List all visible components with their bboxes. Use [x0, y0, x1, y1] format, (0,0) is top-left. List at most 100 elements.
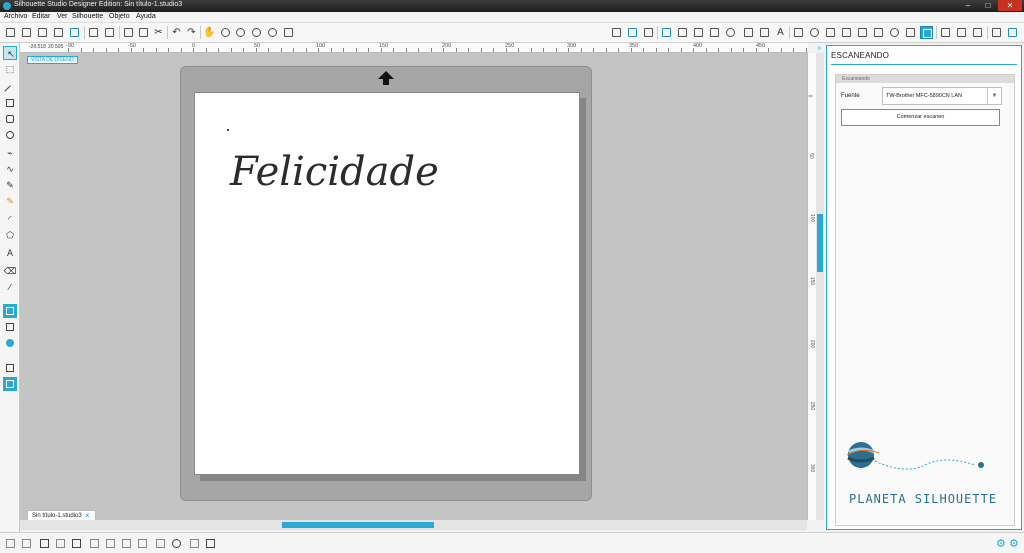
- scale-icon[interactable]: [824, 26, 837, 39]
- paste-icon[interactable]: [137, 26, 150, 39]
- menu-archivo[interactable]: Archivo: [4, 13, 27, 20]
- transform-icon[interactable]: [792, 26, 805, 39]
- design-view-icon[interactable]: [3, 304, 17, 318]
- freehand-tool-icon[interactable]: ✎: [3, 178, 17, 192]
- vertical-scroll-thumb[interactable]: [817, 214, 823, 272]
- select-tool-icon[interactable]: ↖: [3, 46, 17, 60]
- trace-icon[interactable]: [904, 26, 917, 39]
- fill-pattern-icon[interactable]: [724, 26, 737, 39]
- maximize-button[interactable]: □: [978, 0, 998, 11]
- cut-icon[interactable]: ✂: [152, 26, 165, 39]
- fill-color-icon[interactable]: [660, 26, 673, 39]
- curve-tool-icon[interactable]: ∿: [3, 162, 17, 176]
- start-scan-button[interactable]: Comenzar escaneo: [841, 109, 1000, 126]
- edit-points-icon[interactable]: ⬚: [3, 62, 17, 76]
- regular-polygon-icon[interactable]: ⬠: [3, 228, 17, 242]
- close-button[interactable]: ✕: [998, 0, 1022, 11]
- send-icon[interactable]: [971, 26, 984, 39]
- copy-icon[interactable]: [122, 26, 135, 39]
- menu-silhouette[interactable]: Silhouette: [72, 13, 103, 20]
- line-tool-icon[interactable]: [3, 80, 17, 97]
- pan-hand-icon[interactable]: ✋: [203, 26, 216, 39]
- eraser-tool-icon[interactable]: ⌫: [3, 264, 17, 278]
- grid-icon[interactable]: [626, 26, 639, 39]
- eraser-mode-icon[interactable]: [990, 26, 1003, 39]
- ruler-tick: [518, 48, 519, 52]
- minimize-button[interactable]: –: [958, 0, 978, 11]
- line-style-panel-icon[interactable]: [742, 26, 755, 39]
- zoom-out-icon[interactable]: [234, 26, 247, 39]
- single-window-icon[interactable]: [3, 361, 17, 375]
- horizontal-scroll-thumb[interactable]: [282, 522, 434, 528]
- group-icon[interactable]: [4, 537, 17, 550]
- fill-gradient-icon[interactable]: [708, 26, 721, 39]
- delete-icon[interactable]: [104, 537, 117, 550]
- design-text-felicidades[interactable]: Felicidades: [228, 139, 438, 199]
- arc-tool-icon[interactable]: ◜: [3, 212, 17, 226]
- knife-tool-icon[interactable]: ∕: [3, 280, 17, 294]
- move-icon[interactable]: [840, 26, 853, 39]
- close-tab-icon[interactable]: x: [86, 513, 89, 519]
- text-tool-icon[interactable]: A: [3, 246, 17, 260]
- rectangle-tool-icon[interactable]: [3, 96, 17, 110]
- fit-to-page-icon[interactable]: [282, 26, 295, 39]
- duplicate-icon[interactable]: [70, 537, 83, 550]
- registration-marks-icon[interactable]: [642, 26, 655, 39]
- library-view-icon[interactable]: [3, 320, 17, 334]
- chevron-down-icon[interactable]: ▼: [987, 88, 1001, 104]
- text-style-icon[interactable]: A: [774, 26, 787, 39]
- texture-icon[interactable]: [204, 537, 217, 550]
- undo-icon[interactable]: ↶: [170, 26, 183, 39]
- print-icon[interactable]: [87, 26, 100, 39]
- save-library-icon[interactable]: [68, 26, 81, 39]
- ungroup-icon[interactable]: [20, 537, 33, 550]
- online-store-icon[interactable]: [3, 336, 17, 350]
- save-icon[interactable]: [52, 26, 65, 39]
- zoom-selected-icon[interactable]: [266, 26, 279, 39]
- mirror-icon[interactable]: [88, 537, 101, 550]
- menu-objeto[interactable]: Objeto: [109, 13, 130, 20]
- smooth-freehand-icon[interactable]: ✎: [3, 194, 17, 208]
- bring-to-front-icon[interactable]: [120, 537, 133, 550]
- send-to-silhouette-icon[interactable]: [103, 26, 116, 39]
- polygon-tool-icon[interactable]: ⌁: [3, 146, 17, 160]
- source-select[interactable]: TW-Brother MFC-5890CN LAN ▼: [882, 87, 1002, 105]
- split-view-icon[interactable]: [3, 377, 17, 391]
- cut-settings-icon[interactable]: [955, 26, 968, 39]
- weld-icon[interactable]: [154, 537, 167, 550]
- modify-icon[interactable]: [872, 26, 885, 39]
- vertical-scrollbar[interactable]: [816, 53, 824, 520]
- ellipse-tool-icon[interactable]: [3, 128, 17, 142]
- zoom-in-icon[interactable]: [219, 26, 232, 39]
- horizontal-scrollbar[interactable]: [20, 520, 807, 530]
- page-setup-icon[interactable]: [610, 26, 623, 39]
- zoom-drag-icon[interactable]: [250, 26, 263, 39]
- settings-gear-icon[interactable]: ⚙: [996, 539, 1006, 550]
- felicidades-text[interactable]: Felicidades: [229, 149, 438, 195]
- release-compound-icon[interactable]: [54, 537, 67, 550]
- rotate-icon[interactable]: [808, 26, 821, 39]
- sketch-icon[interactable]: [939, 26, 952, 39]
- ruler-tick: [693, 48, 694, 52]
- store-icon[interactable]: [1006, 26, 1019, 39]
- make-compound-icon[interactable]: [38, 537, 51, 550]
- send-to-back-icon[interactable]: [136, 537, 149, 550]
- menu-ayuda[interactable]: Ayuda: [136, 13, 156, 20]
- align-icon[interactable]: [758, 26, 771, 39]
- line-color-icon[interactable]: [676, 26, 689, 39]
- menu-ver[interactable]: Ver: [57, 13, 68, 20]
- offset-bottom-icon[interactable]: [170, 537, 183, 550]
- scan-icon[interactable]: [920, 26, 933, 39]
- rounded-rectangle-tool-icon[interactable]: [3, 112, 17, 126]
- collapse-panel-button[interactable]: »: [815, 45, 824, 53]
- line-style-icon[interactable]: [692, 26, 705, 39]
- open-folder-icon[interactable]: [20, 26, 33, 39]
- menu-editar[interactable]: Editar: [32, 13, 50, 20]
- replicate-icon[interactable]: [856, 26, 869, 39]
- redo-icon[interactable]: ↷: [185, 26, 198, 39]
- new-file-icon[interactable]: [4, 26, 17, 39]
- preferences-gear-icon[interactable]: ⚙: [1009, 539, 1019, 550]
- release-icon[interactable]: [188, 537, 201, 550]
- offset-icon[interactable]: [888, 26, 901, 39]
- library-icon[interactable]: [36, 26, 49, 39]
